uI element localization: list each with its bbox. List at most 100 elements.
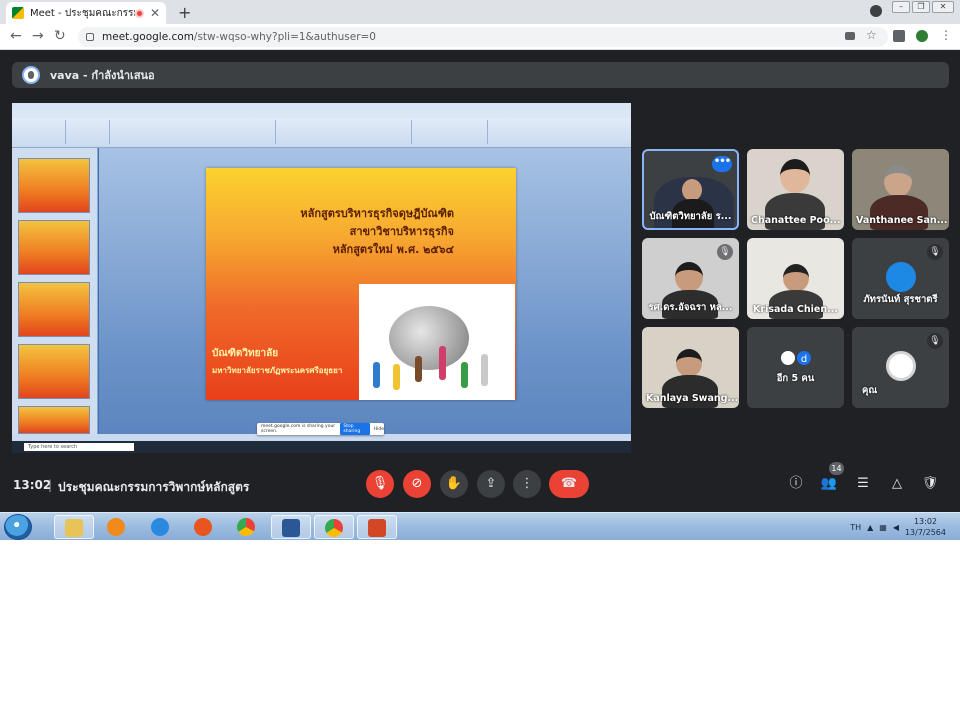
taskbar-word[interactable] <box>271 515 311 539</box>
participant-name: ภัทรนันท์ สุรชาตรี <box>863 294 938 305</box>
browser-menu-icon[interactable]: ⋮ <box>940 28 952 42</box>
present-button[interactable]: ⇪ <box>477 470 505 498</box>
hide-button[interactable]: Hide <box>374 427 384 432</box>
camera-off-button[interactable]: ⊘ <box>403 470 431 498</box>
language-indicator[interactable]: TH <box>850 523 861 532</box>
browser-tab[interactable]: Meet - ประชุมคณะกรรมการวิพากษ์ ✕ <box>6 2 166 24</box>
more-options-button[interactable]: ⋮ <box>513 470 541 498</box>
ribbon-tabs <box>12 110 631 118</box>
participant-name: บัณฑิตวิทยาลัย ร... <box>649 211 732 222</box>
ribbon-group <box>72 120 110 144</box>
participant-tile[interactable]: d อีก 5 คน <box>747 327 844 408</box>
participant-tile[interactable]: 🎙 คุณ <box>852 327 949 408</box>
chat-button[interactable]: ☰ <box>853 474 873 494</box>
participant-tile[interactable]: Chanattee Poo... <box>747 149 844 230</box>
slide-title-line: หลักสูตรบริหารธุรกิจดุษฎีบัณฑิต <box>300 207 454 220</box>
child-figure <box>393 364 400 390</box>
taskbar-chrome-active[interactable] <box>314 515 354 539</box>
camera-indicator-icon[interactable] <box>845 32 855 40</box>
bookmark-star-icon[interactable]: ☆ <box>866 28 878 42</box>
participant-video <box>783 264 809 292</box>
screen-share-prompt: meet.google.com is sharing your screen. … <box>257 423 384 435</box>
taskbar-firefox[interactable] <box>184 515 224 539</box>
minimize-button[interactable]: – <box>892 1 910 13</box>
ribbon-group <box>16 120 66 144</box>
chrome-icon <box>237 518 255 536</box>
participant-tile[interactable]: ••• บัณฑิตวิทยาลัย ร... <box>642 149 739 230</box>
globe-illustration <box>389 306 469 370</box>
tab-search-icon[interactable] <box>870 5 882 17</box>
muted-mic-icon: 🎙 <box>717 244 733 260</box>
tray-arrow-icon[interactable]: ▲ <box>867 523 873 532</box>
meeting-info-button[interactable]: ⓘ <box>786 474 806 494</box>
network-icon[interactable]: ▦ <box>879 523 887 532</box>
muted-mic-icon: 🎙 <box>927 244 943 260</box>
more-participants-label: อีก 5 คน <box>776 373 815 384</box>
activities-button[interactable]: △ <box>887 474 907 494</box>
participant-count-badge: 14 <box>829 462 844 475</box>
powerpoint-statusbar <box>12 434 631 441</box>
participant-video <box>676 349 702 377</box>
mic-off-button[interactable]: 🎙 <box>366 470 394 498</box>
taskbar-chrome[interactable] <box>227 515 267 539</box>
slide-thumbnails <box>12 148 98 434</box>
address-bar[interactable]: meet.google.com /stw-wqso-why?pli=1&auth… <box>78 27 888 47</box>
forward-button[interactable]: → <box>32 28 44 44</box>
taskbar-ie[interactable] <box>141 515 181 539</box>
share-prompt-text: meet.google.com is sharing your screen. <box>261 424 336 434</box>
chrome-icon <box>325 519 343 537</box>
folder-icon <box>65 519 83 537</box>
tab-close-icon[interactable]: ✕ <box>150 6 160 20</box>
child-figure <box>439 346 446 380</box>
host-controls-button[interactable]: 🛡 <box>920 474 940 494</box>
slide-illustration <box>359 284 515 400</box>
tile-options-icon[interactable]: ••• <box>712 156 732 172</box>
participant-tile[interactable]: 🎙 รศ.ดร.อัจฉรา หล... <box>642 238 739 319</box>
slide-thumbnail <box>18 344 90 399</box>
participant-tile[interactable]: Krisada Chien... <box>747 238 844 319</box>
profile-avatar[interactable] <box>916 30 928 42</box>
powerpoint-titlebar <box>12 103 631 110</box>
system-tray: TH ▲ ▦ ◀ 13:02 13/7/2564 <box>850 513 960 541</box>
participant-tile[interactable]: Kanlaya Swang... <box>642 327 739 408</box>
start-button[interactable] <box>4 514 32 540</box>
clock-date: 13/7/2564 <box>904 528 946 537</box>
end-call-button[interactable]: ☎ <box>549 470 589 498</box>
back-button[interactable]: ← <box>10 28 22 44</box>
current-slide: หลักสูตรบริหารธุรกิจดุษฎีบัณฑิต สาขาวิชา… <box>206 168 516 400</box>
stop-sharing-button[interactable]: Stop sharing <box>340 423 370 435</box>
participant-name: Chanattee Poo... <box>751 215 841 226</box>
volume-icon[interactable]: ◀ <box>893 523 899 532</box>
taskbar-powerpoint[interactable] <box>357 515 397 539</box>
restore-button[interactable]: ❐ <box>912 1 930 13</box>
participant-avatar: d <box>795 349 813 367</box>
participant-name: Vanthanee San... <box>856 215 948 226</box>
raise-hand-button[interactable]: ✋ <box>440 470 468 498</box>
clock-time: 13:02 <box>913 517 938 526</box>
ribbon-group <box>282 120 412 144</box>
url-path: /stw-wqso-why?pli=1&authuser=0 <box>193 31 376 43</box>
new-tab-button[interactable]: + <box>178 3 191 22</box>
participant-tile[interactable]: Vanthanee San... <box>852 149 949 230</box>
self-avatar <box>886 351 916 381</box>
extensions-icon[interactable] <box>893 30 905 42</box>
close-window-button[interactable]: ✕ <box>932 1 954 13</box>
meet-area: vava - กำลังนำเสนอ หลักสูตรบริหารธุรกิจด… <box>0 50 960 512</box>
participant-tile[interactable]: 🎙 ภัทรนันท์ สุรชาตรี <box>852 238 949 319</box>
shared-screen[interactable]: หลักสูตรบริหารธุรกิจดุษฎีบัณฑิต สาขาวิชา… <box>12 103 631 453</box>
people-button[interactable]: 👥 <box>819 474 839 494</box>
browser-toolbar: ← → ↻ meet.google.com /stw-wqso-why?pli=… <box>0 24 960 50</box>
taskbar-explorer[interactable] <box>54 515 94 539</box>
slide-stage: หลักสูตรบริหารธุรกิจดุษฎีบัณฑิต สาขาวิชา… <box>99 148 631 434</box>
child-figure <box>461 362 468 388</box>
browser-tabstrip: Meet - ประชุมคณะกรรมการวิพากษ์ ✕ + – ❐ ✕ <box>0 0 960 24</box>
presenter-avatar <box>22 66 40 84</box>
taskbar-media[interactable] <box>97 515 137 539</box>
system-clock[interactable]: 13:02 13/7/2564 <box>905 516 946 538</box>
muted-mic-icon: 🎙 <box>927 333 943 349</box>
recording-dot-icon <box>134 8 144 18</box>
meeting-time: 13:02 <box>13 478 52 492</box>
reload-button[interactable]: ↻ <box>54 28 66 44</box>
ribbon-group <box>418 120 488 144</box>
participant-video <box>682 179 702 201</box>
